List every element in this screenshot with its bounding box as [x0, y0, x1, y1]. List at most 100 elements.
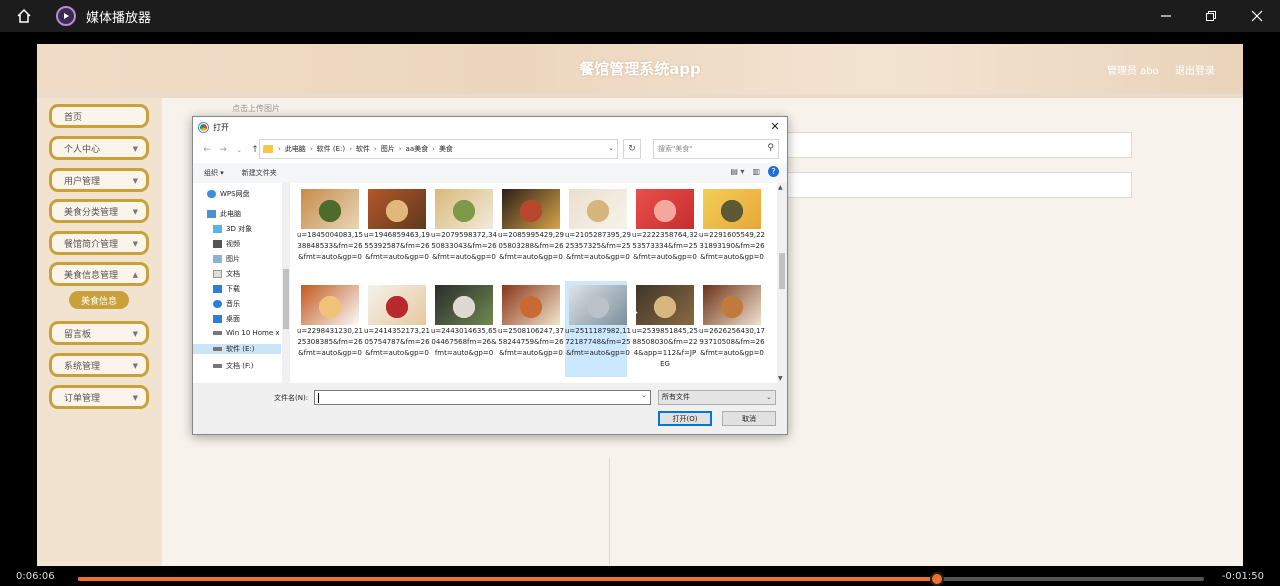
help-icon[interactable]: ? — [768, 166, 779, 177]
breadcrumb-segment[interactable]: 此电脑 — [285, 144, 306, 154]
view-options-icon[interactable]: ▤ ▾ — [730, 167, 744, 176]
sidebar-item-users[interactable]: 用户管理 ▼ — [49, 168, 149, 192]
drive-icon — [213, 364, 222, 368]
tree-item-3d[interactable]: 3D 对象 — [213, 224, 252, 234]
file-item[interactable]: u=2222358764,3253573334&fm=25&fmt=auto&g… — [632, 185, 698, 281]
chevron-down-icon: ▼ — [132, 240, 138, 248]
picture-icon — [213, 255, 222, 263]
forward-arrow-icon[interactable]: → — [215, 145, 231, 155]
breadcrumb-segment[interactable]: 图片 — [381, 144, 395, 154]
sidebar-item-food-category[interactable]: 美食分类管理 ▼ — [49, 199, 149, 223]
sidebar-item-label: 订单管理 — [64, 393, 101, 404]
scroll-up-icon[interactable]: ▲ — [778, 184, 783, 191]
chevron-down-icon: ▼ — [132, 330, 138, 338]
home-icon — [17, 8, 31, 23]
home-button[interactable] — [0, 0, 48, 32]
file-item[interactable]: u=2085995429,2905803288&fm=26&fmt=auto&g… — [498, 185, 564, 281]
sidebar-item-profile[interactable]: 个人中心 ▼ — [49, 136, 149, 160]
preview-pane-icon[interactable]: ▥ — [752, 167, 760, 176]
file-scrollbar[interactable]: ▲ ▼ — [777, 183, 787, 383]
file-item[interactable]: u=2508106247,3758244759&fm=26&fmt=auto&g… — [498, 281, 564, 377]
cancel-button[interactable]: 取消 — [722, 411, 776, 426]
search-input[interactable]: 搜索"美食" ⚲ — [653, 139, 779, 159]
breadcrumb-segment[interactable]: 美食 — [439, 144, 453, 154]
tree-item-desktop[interactable]: 桌面 — [213, 314, 240, 324]
file-item[interactable]: u=1946859463,1955392587&fm=26&fmt=auto&g… — [364, 185, 430, 281]
tree-item-pictures[interactable]: 图片 — [213, 254, 240, 264]
tree-item-video[interactable]: 视频 — [213, 239, 240, 249]
search-placeholder: 搜索"美食" — [658, 145, 693, 153]
tree-item-drive-f[interactable]: 文档 (F:) — [213, 361, 254, 371]
file-name: u=2511187982,1172187748&fm=25&fmt=auto&g… — [565, 327, 631, 357]
new-folder-button[interactable]: 新建文件夹 — [242, 168, 277, 178]
organize-button[interactable]: 组织 ▾ — [204, 168, 224, 178]
tree-item-downloads[interactable]: 下载 — [213, 284, 240, 294]
sidebar-item-label: 个人中心 — [64, 144, 101, 155]
image-thumbnail — [703, 285, 761, 325]
scrollbar-thumb[interactable] — [779, 253, 785, 289]
file-item[interactable]: u=1845004083,1538848533&fm=26&fmt=auto&g… — [297, 185, 363, 281]
chevron-down-icon: ▼ — [132, 362, 138, 370]
tree-item-drive-e[interactable]: 软件 (E:) — [193, 344, 281, 354]
tree-item-documents[interactable]: 文档 — [213, 269, 240, 279]
logout-link[interactable]: 退出登录 — [1175, 62, 1215, 77]
address-bar[interactable]: › 此电脑 › 软件 (E:) › 软件 › 图片 › aa美食 › 美食 ⌄ — [259, 139, 618, 159]
dialog-title-bar: 打开 ✕ — [193, 117, 787, 137]
tree-item-drive-c[interactable]: Win 10 Home x — [213, 329, 280, 337]
history-chevron-icon[interactable]: ⌄ — [231, 146, 247, 154]
tree-scrollbar[interactable] — [282, 183, 290, 383]
file-item[interactable]: u=2443014635,6504467568fm=26&fmt=auto&gp… — [431, 281, 497, 377]
sidebar-item-orders[interactable]: 订单管理 ▼ — [49, 385, 149, 409]
scrollbar-thumb[interactable] — [283, 269, 289, 329]
file-name: u=2298431230,2125308385&fm=26&fmt=auto&g… — [297, 327, 363, 357]
filetype-select[interactable]: 所有文件 ⌄ — [658, 390, 776, 405]
file-item[interactable]: u=2414352173,2105754787&fm=26&fmt=auto&g… — [364, 281, 430, 377]
image-thumbnail — [301, 285, 359, 325]
breadcrumb-segment[interactable]: 软件 (E:) — [317, 144, 345, 154]
filename-input[interactable]: ⌄ — [314, 390, 651, 405]
file-name: u=2443014635,6504467568fm=26&fmt=auto&gp… — [431, 327, 497, 357]
sidebar-item-label: 留言板 — [64, 329, 92, 340]
file-item[interactable]: u=2079598372,3450833043&fm=26&fmt=auto&g… — [431, 185, 497, 281]
file-name: u=2105287395,2925357325&fm=25&fmt=auto&g… — [565, 231, 631, 261]
seek-handle[interactable] — [930, 572, 945, 586]
app-title: 餐馆管理系统app — [579, 60, 701, 78]
sidebar-item-system[interactable]: 系统管理 ▼ — [49, 353, 149, 377]
chevron-down-icon[interactable]: ⌄ — [641, 391, 647, 399]
tree-item-music[interactable]: 音乐 — [213, 299, 240, 309]
open-button[interactable]: 打开(O) — [658, 411, 712, 426]
file-name: u=2222358764,3253573334&fm=25&fmt=auto&g… — [632, 231, 698, 261]
video-icon — [213, 240, 222, 248]
file-item[interactable]: u=2105287395,2925357325&fm=25&fmt=auto&g… — [565, 185, 631, 281]
music-icon — [213, 300, 222, 308]
sidebar-item-messages[interactable]: 留言板 ▼ — [49, 321, 149, 345]
file-item[interactable]: u=2626256430,1793710508&fm=26&fmt=auto&g… — [699, 281, 765, 377]
minimize-button[interactable] — [1143, 0, 1189, 32]
breadcrumb-segment[interactable]: 软件 — [356, 144, 370, 154]
sidebar-subitem-food-info[interactable]: 美食信息 — [69, 291, 129, 309]
image-thumbnail — [435, 189, 493, 229]
close-button[interactable] — [1234, 0, 1280, 32]
file-item[interactable]: u=2298431230,2125308385&fm=26&fmt=auto&g… — [297, 281, 363, 377]
scroll-down-icon[interactable]: ▼ — [778, 375, 783, 382]
file-name: u=2085995429,2905803288&fm=26&fmt=auto&g… — [498, 231, 564, 261]
player-controls: 0:06:06 -0:01:50 — [0, 566, 1280, 586]
tree-item-wps-cloud[interactable]: WPS网盘 — [207, 189, 250, 199]
restore-button[interactable] — [1188, 0, 1234, 32]
seek-bar[interactable] — [78, 572, 1204, 586]
tree-item-this-pc[interactable]: 此电脑 — [207, 209, 241, 219]
image-thumbnail — [502, 285, 560, 325]
sidebar-item-home[interactable]: 首页 — [49, 104, 149, 128]
file-name: u=2414352173,2105754787&fm=26&fmt=auto&g… — [364, 327, 430, 357]
sidebar-item-food-info[interactable]: 美食信息管理 ▲ — [49, 262, 149, 286]
file-item[interactable]: u=2539851845,2588508030&fm=224&app=112&f… — [632, 281, 698, 377]
file-item[interactable]: u=2511187982,1172187748&fm=25&fmt=auto&g… — [565, 281, 631, 377]
sidebar-item-restaurant-intro[interactable]: 餐馆简介管理 ▼ — [49, 231, 149, 255]
file-name: u=2539851845,2588508030&fm=224&app=112&f… — [632, 327, 698, 368]
file-item[interactable]: u=2291605549,2231893190&fm=26&fmt=auto&g… — [699, 185, 765, 281]
chevron-down-icon[interactable]: ⌄ — [608, 144, 614, 152]
dialog-close-button[interactable]: ✕ — [767, 119, 783, 135]
back-arrow-icon[interactable]: ← — [199, 145, 215, 155]
refresh-button[interactable]: ↻ — [623, 139, 641, 159]
breadcrumb-segment[interactable]: aa美食 — [406, 144, 429, 154]
